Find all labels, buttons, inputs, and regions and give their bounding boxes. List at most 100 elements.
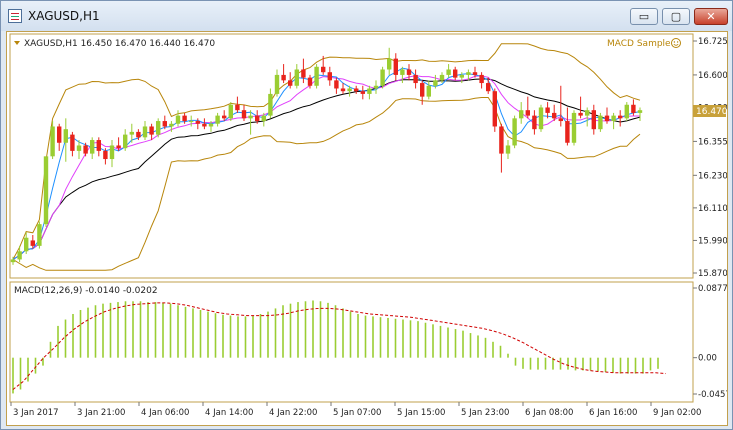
maximize-button[interactable]: ▢ (662, 8, 690, 25)
candle (215, 112, 220, 127)
candle (294, 64, 299, 89)
minimize-button[interactable]: ▭ (630, 8, 658, 25)
candle (96, 137, 101, 157)
candle (479, 72, 484, 89)
price-tick-label: 15.990 (698, 236, 727, 246)
candle (228, 102, 233, 122)
macd-axis: 0.0877 0.00 -0.0457 (693, 284, 731, 400)
time-tick-label: 4 Jan 14:00 (205, 408, 253, 418)
time-tick-label: 4 Jan 22:00 (269, 408, 317, 418)
candle (565, 107, 570, 146)
candle (393, 53, 398, 81)
candle (142, 121, 148, 141)
candle (578, 96, 583, 119)
price-axis: 16.72516.60016.48016.35516.23016.11015.9… (693, 37, 728, 279)
candle (202, 118, 207, 130)
time-tick-label: 5 Jan 15:00 (397, 408, 445, 418)
ma-fast-line (12, 67, 641, 260)
candle (525, 96, 530, 119)
candles (10, 47, 643, 265)
candle (486, 77, 491, 94)
terminal-window: XAGUSD,H1 ▭ ▢ ✕ XAGUSD,H1 16.450 16.470 … (0, 0, 733, 430)
time-tick-label: 4 Jan 06:00 (141, 408, 189, 418)
candle (558, 85, 563, 127)
title-bar[interactable]: XAGUSD,H1 ▭ ▢ ✕ (1, 1, 732, 31)
candle (37, 221, 42, 249)
candle (637, 107, 643, 122)
chart-header: XAGUSD,H1 16.450 16.470 16.440 16.470 (24, 39, 215, 49)
candle (83, 142, 88, 157)
candle (519, 102, 524, 124)
price-tick-label: 16.110 (698, 204, 727, 214)
candle (281, 64, 286, 84)
candle (327, 66, 332, 86)
candle (585, 107, 590, 127)
chart-window-icon (8, 9, 22, 23)
price-chart[interactable]: XAGUSD,H1 16.450 16.470 16.440 16.470 MA… (7, 32, 731, 425)
candle (340, 83, 346, 94)
candle (321, 55, 326, 75)
candle (274, 69, 280, 97)
candle (123, 129, 128, 151)
candle (235, 96, 240, 113)
macd-tick-label: 0.00 (698, 354, 717, 364)
candle (538, 104, 544, 132)
price-tick-label: 16.600 (698, 71, 727, 81)
candle (611, 112, 616, 130)
candle (505, 140, 511, 160)
candle (367, 85, 372, 100)
collapse-arrow-icon[interactable] (14, 41, 20, 45)
time-axis: 3 Jan 2017 3 Jan 21:00 4 Jan 06:00 4 Jan 14… (10, 402, 701, 418)
macd-histogram (12, 300, 659, 394)
candle (598, 112, 603, 132)
candle (189, 115, 194, 127)
candle (156, 118, 161, 138)
lower-band (12, 97, 641, 271)
candle (373, 80, 379, 94)
chart-area[interactable]: XAGUSD,H1 16.450 16.470 16.440 16.470 MA… (6, 31, 731, 426)
candle (492, 88, 497, 132)
time-tick-label: 5 Jan 23:00 (461, 408, 509, 418)
candle (439, 72, 445, 84)
time-tick-label: 3 Jan 21:00 (77, 408, 125, 418)
candle (43, 156, 49, 227)
time-tick-label: 3 Jan 2017 (13, 408, 59, 418)
candle (360, 85, 365, 100)
candle (109, 140, 115, 168)
candle (175, 110, 181, 127)
time-tick-label: 9 Jan 02:00 (653, 408, 701, 418)
candle (571, 110, 577, 146)
macd-header: MACD(12,26,9) -0.0140 -0.0202 (14, 286, 158, 296)
candle (57, 123, 62, 151)
ma-slow-line (12, 78, 641, 260)
candle (453, 66, 458, 81)
candle (512, 115, 517, 149)
close-button[interactable]: ✕ (694, 8, 728, 25)
candle (63, 118, 68, 162)
candle (624, 102, 629, 122)
ma-mid-line (12, 75, 640, 260)
current-price-label: 16.470 (696, 107, 727, 117)
candle (241, 104, 247, 122)
candle (314, 64, 319, 89)
candle (532, 110, 537, 135)
candle (70, 131, 75, 157)
candle (354, 85, 359, 94)
price-tick-label: 16.725 (698, 37, 727, 47)
candle (17, 245, 22, 263)
smiley-icon (671, 38, 681, 48)
expert-label: MACD Sample (607, 39, 671, 49)
candle (268, 88, 273, 119)
price-tick-label: 15.870 (698, 269, 727, 279)
candle (426, 80, 431, 100)
price-tick-label: 16.355 (698, 137, 727, 147)
candle (334, 77, 339, 94)
macd-panel-frame (9, 281, 694, 403)
candle (499, 123, 504, 173)
time-tick-label: 6 Jan 16:00 (589, 408, 637, 418)
candle (387, 47, 392, 75)
candle (90, 137, 95, 160)
candle (413, 69, 418, 89)
candle (591, 104, 596, 135)
candle (149, 123, 154, 141)
